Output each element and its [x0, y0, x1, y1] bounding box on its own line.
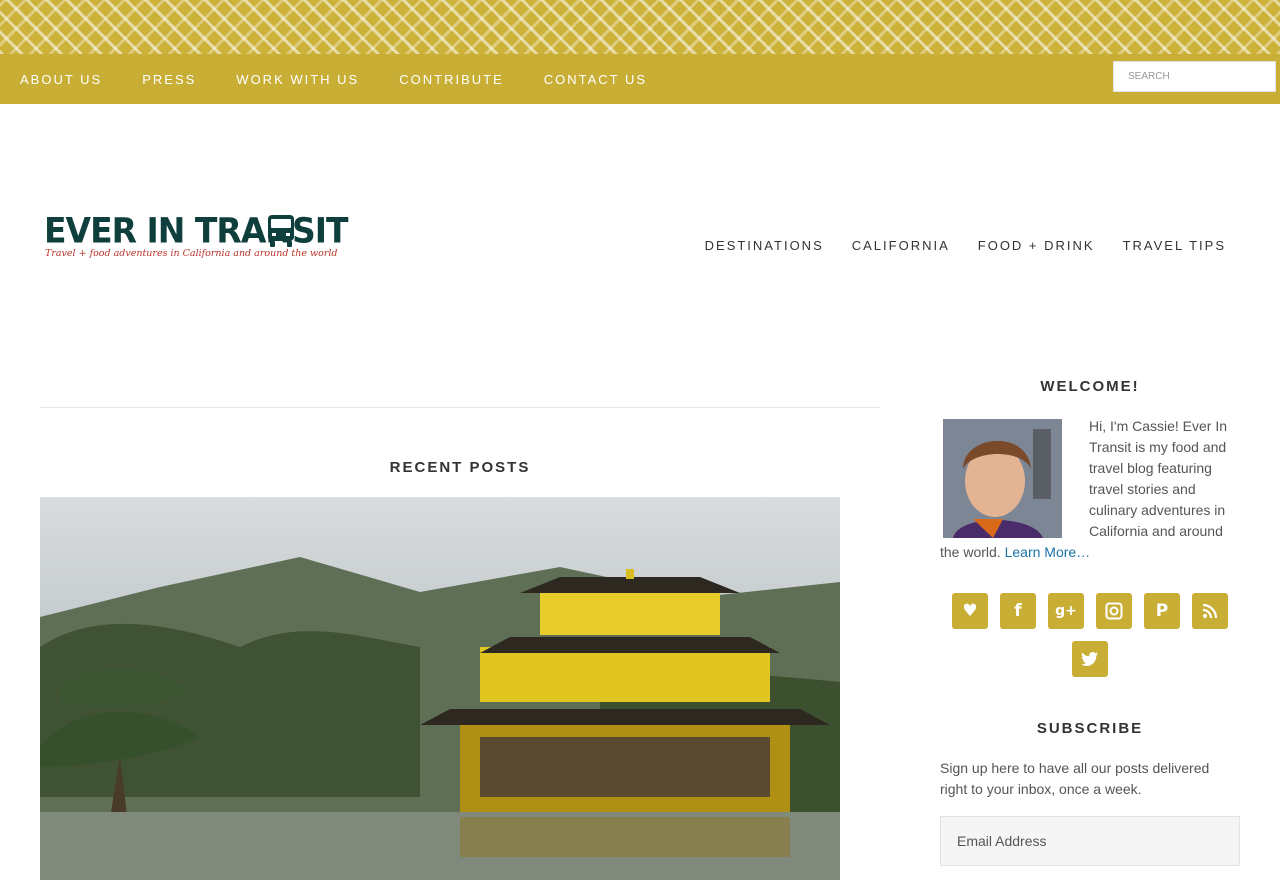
welcome-text-block: Hi, I'm Cassie! Ever In Transit is my fo…	[940, 416, 1240, 563]
search-input[interactable]	[1113, 61, 1276, 92]
top-nav-about-us[interactable]: ABOUT US	[20, 72, 102, 87]
social-icons-row-2	[940, 641, 1240, 677]
nav-travel-tips[interactable]: TRAVEL TIPS	[1123, 238, 1226, 253]
email-field[interactable]	[940, 816, 1240, 866]
subscribe-heading: SUBSCRIBE	[1036, 720, 1144, 737]
featured-post-image[interactable]	[40, 497, 840, 880]
nav-destinations[interactable]: DESTINATIONS	[705, 238, 824, 253]
nav-food-drink[interactable]: FOOD + DRINK	[978, 238, 1095, 253]
logo-title: EVER IN TRANSIT	[44, 210, 349, 251]
learn-more-link[interactable]: Learn More…	[1005, 544, 1091, 560]
welcome-heading: WELCOME!	[1040, 378, 1140, 395]
google-plus-icon[interactable]: g+	[1048, 593, 1084, 629]
logo-tagline: Travel + food adventures in California a…	[45, 248, 338, 259]
top-nav-press[interactable]: PRESS	[142, 72, 196, 87]
top-nav-contribute[interactable]: CONTRIBUTE	[399, 72, 504, 87]
facebook-icon[interactable]: f	[1000, 593, 1036, 629]
social-icons-row: ♥ f g+ P	[940, 593, 1240, 629]
twitter-icon[interactable]	[1072, 641, 1108, 677]
recent-posts-title: RECENT POSTS	[389, 459, 531, 476]
rss-icon[interactable]	[1192, 593, 1228, 629]
top-nav: ABOUT US PRESS WORK WITH US CONTRIBUTE C…	[0, 54, 1280, 104]
bloglovin-icon[interactable]: ♥	[952, 593, 988, 629]
temple-photo	[40, 557, 840, 880]
content-divider	[40, 407, 880, 408]
pinterest-icon[interactable]: P	[1144, 593, 1180, 629]
top-nav-contact-us[interactable]: CONTACT US	[544, 72, 647, 87]
subscribe-text: Sign up here to have all our posts deliv…	[940, 760, 1210, 797]
top-nav-work-with-us[interactable]: WORK WITH US	[236, 72, 359, 87]
bus-icon	[268, 215, 294, 247]
site-logo[interactable]: EVER IN TRANSIT Travel + food adventures…	[44, 210, 349, 264]
decorative-pattern-banner	[0, 0, 1280, 54]
main-nav: DESTINATIONS CALIFORNIA FOOD + DRINK TRA…	[677, 238, 1226, 253]
instagram-icon[interactable]	[1096, 593, 1132, 629]
nav-california[interactable]: CALIFORNIA	[852, 238, 950, 253]
